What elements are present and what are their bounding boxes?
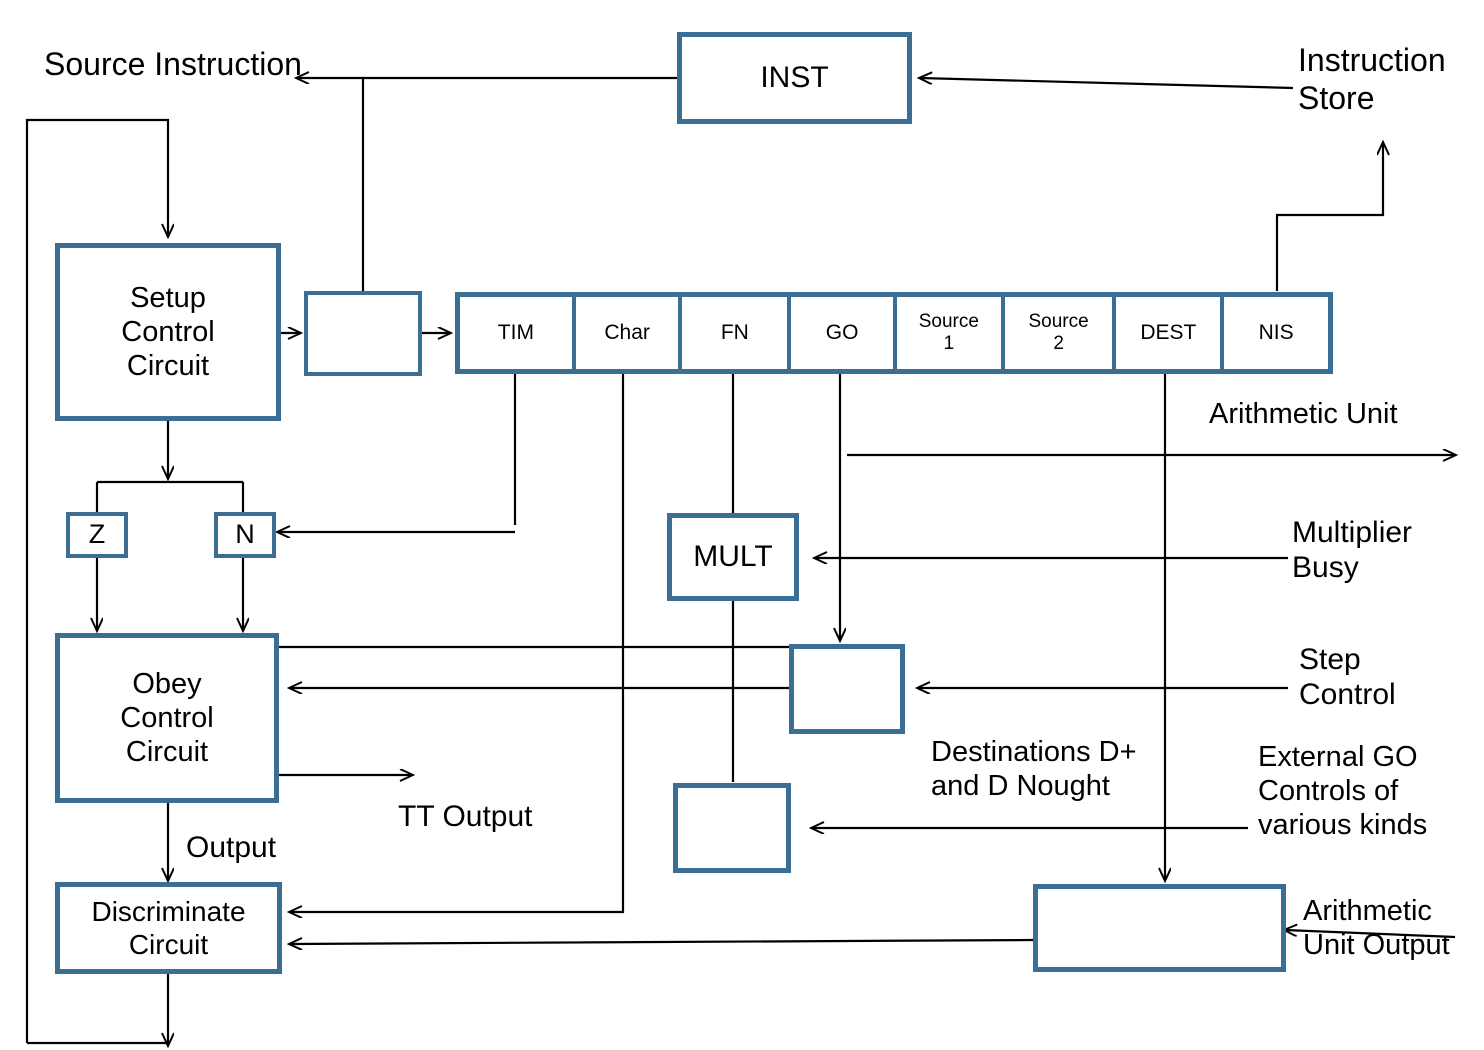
register-cell-label: Char [604,320,650,344]
register-cell-label: DEST [1140,320,1197,344]
register-cell-source-1[interactable]: Source 1 [897,297,1005,369]
register-cell-label: GO [825,320,859,344]
setup-control-circuit-box[interactable]: Setup Control Circuit [55,243,281,421]
diagram-canvas: INST Setup Control Circuit TIM Char FN G… [0,0,1484,1050]
register-cell-label: FN [720,320,749,344]
z-flag-box[interactable]: Z [66,512,128,558]
register-cell-go[interactable]: GO [791,297,897,369]
obey-control-circuit-box[interactable]: Obey Control Circuit [55,633,279,803]
register-cell-char[interactable]: Char [576,297,683,369]
discriminate-circuit-box[interactable]: Discriminate Circuit [55,882,282,974]
external-go-controls-label: External GO Controls of various kinds [1258,741,1428,842]
discriminate-circuit-label: Discriminate Circuit [91,895,246,960]
wire-arith-output-to-discriminate [290,940,1036,944]
wire-instruction-store-to-inst [920,78,1294,90]
register-cell-nis[interactable]: NIS [1224,297,1328,369]
z-flag-label: Z [88,519,106,550]
step-control-label: Step Control [1299,643,1396,712]
register-cell-label: Source 2 [1028,311,1089,354]
inst-box-label: INST [760,61,829,95]
arithmetic-unit-output-box[interactable] [1033,884,1286,972]
register-cell-label: NIS [1258,320,1294,344]
instruction-register-row[interactable]: TIM Char FN GO Source 1 Source 2 DEST NI… [455,292,1333,374]
lower-small-box[interactable] [673,783,791,873]
mult-box-label: MULT [693,540,773,574]
tt-output-label: TT Output [398,800,533,833]
arithmetic-unit-label: Arithmetic Unit [1209,398,1398,430]
register-cell-dest[interactable]: DEST [1116,297,1225,369]
n-flag-label: N [235,519,255,550]
multiplier-busy-label: Multiplier Busy [1292,516,1413,585]
arithmetic-unit-output-label: Arithmetic Unit Output [1303,895,1450,962]
setup-control-circuit-label: Setup Control Circuit [121,281,215,383]
step-control-box[interactable] [789,644,905,734]
mult-box[interactable]: MULT [667,513,799,601]
source-instruction-label: Source Instruction [44,46,302,82]
n-flag-box[interactable]: N [214,512,276,558]
obey-control-circuit-label: Obey Control Circuit [120,667,214,769]
staging-box[interactable] [304,291,422,376]
register-cell-tim[interactable]: TIM [460,297,576,369]
instruction-store-label: Instruction Store [1298,42,1446,116]
register-cell-fn[interactable]: FN [682,297,792,369]
register-cell-source-2[interactable]: Source 2 [1005,297,1117,369]
register-cell-label: TIM [497,320,534,344]
register-cell-label: Source 1 [918,311,979,354]
destinations-label: Destinations D+ and D Nought [931,736,1137,803]
inst-box[interactable]: INST [677,32,912,124]
output-label: Output [186,831,277,864]
wire-nis-to-instruction-store [1275,143,1383,291]
